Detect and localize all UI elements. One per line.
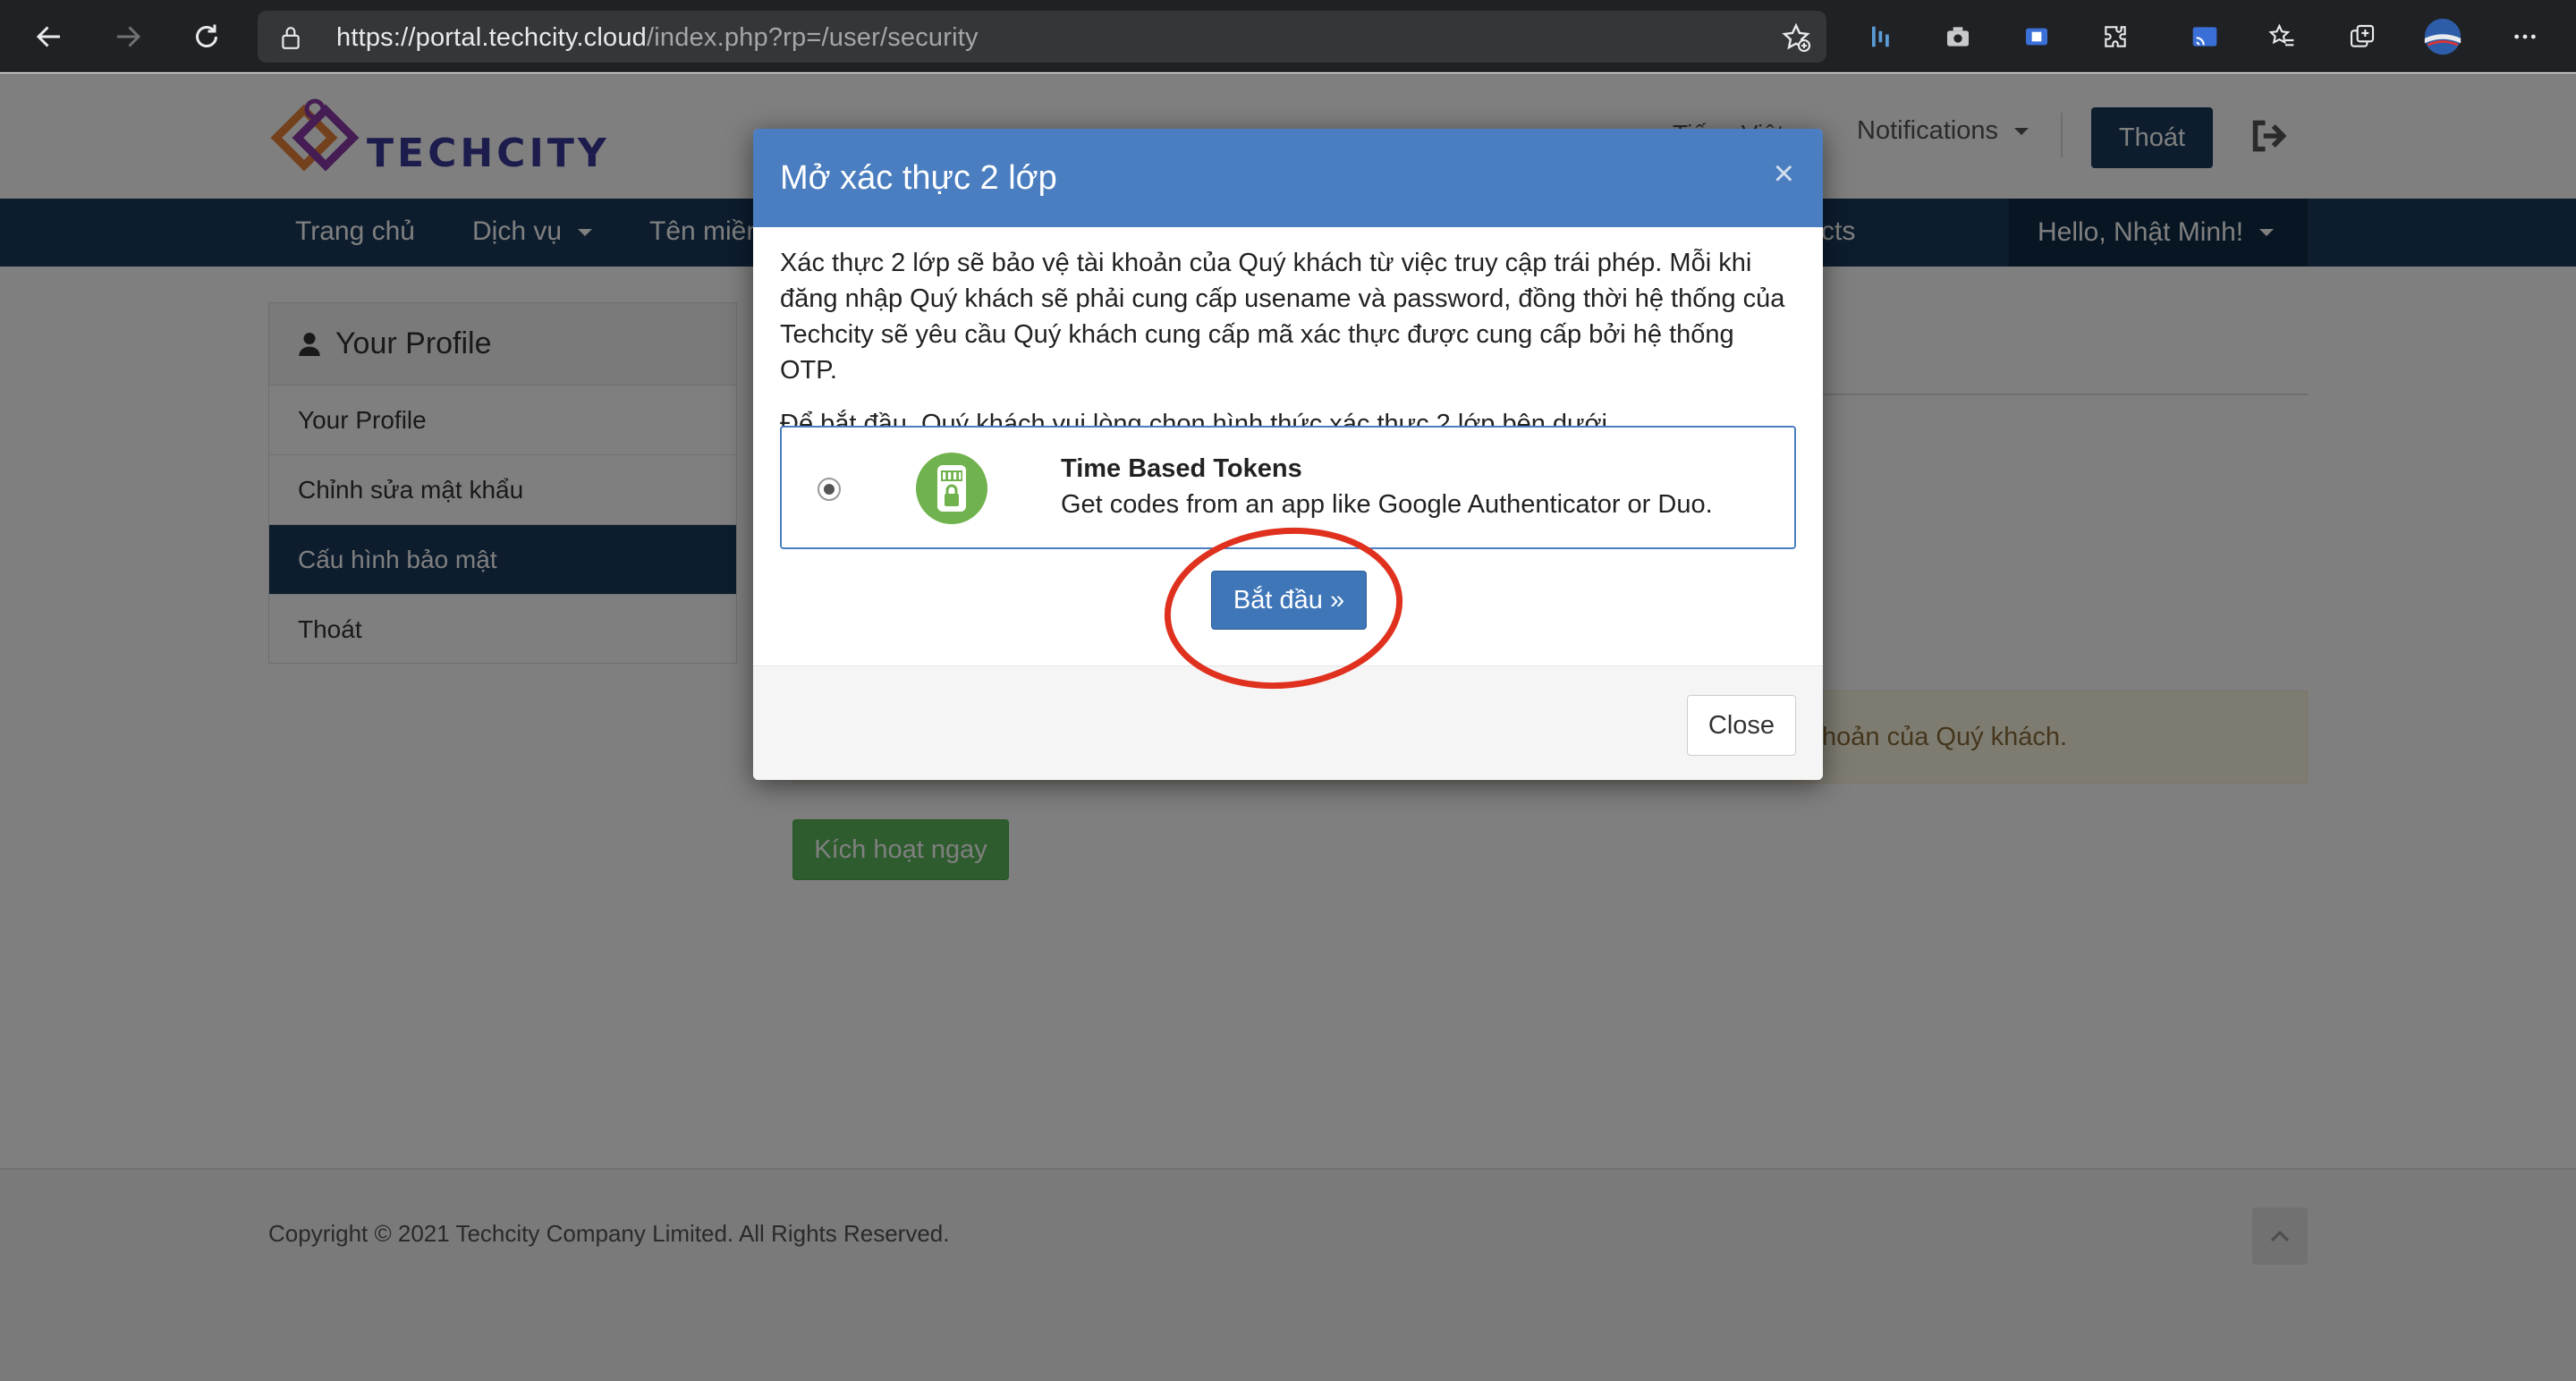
modal-header: Mở xác thực 2 lớp × — [753, 129, 1823, 227]
extension-blue-icon[interactable] — [2016, 16, 2057, 57]
close-button[interactable]: Close — [1687, 695, 1796, 756]
modal-title: Mở xác thực 2 lớp — [780, 159, 1057, 197]
puzzle-icon[interactable] — [2095, 16, 2136, 57]
modal-description: Xác thực 2 lớp sẽ bảo vệ tài khoản của Q… — [780, 249, 1785, 385]
add-favorite-icon[interactable] — [1780, 21, 1812, 58]
browser-toolbar: https://portal.techcity.cloud/index.php?… — [0, 0, 2576, 72]
url-text: https://portal.techcity.cloud/index.php?… — [336, 23, 979, 52]
back-icon[interactable] — [29, 16, 70, 57]
extension-bars-icon[interactable] — [1860, 16, 1902, 57]
modal-body: Xác thực 2 lớp sẽ bảo vệ tài khoản của Q… — [780, 245, 1796, 442]
reload-icon[interactable] — [186, 16, 227, 57]
collections-icon[interactable] — [2342, 16, 2383, 57]
token-radio[interactable] — [818, 478, 841, 501]
forward-icon[interactable] — [107, 16, 148, 57]
highlight-ring-annotation — [1164, 527, 1403, 690]
token-option-title: Time Based Tokens — [1061, 454, 1302, 483]
phone-lock-icon — [916, 453, 987, 524]
more-menu-icon[interactable] — [2504, 16, 2546, 57]
close-icon[interactable]: × — [1774, 154, 1794, 194]
cast-icon[interactable] — [2184, 16, 2225, 57]
camera-icon[interactable] — [1937, 16, 1979, 57]
token-option-description: Get codes from an app like Google Authen… — [1061, 490, 1713, 519]
lock-icon — [279, 25, 302, 55]
radio-selected-dot — [824, 484, 835, 495]
profile-avatar-icon[interactable] — [2422, 16, 2463, 57]
favorites-icon[interactable] — [2261, 16, 2302, 57]
address-bar[interactable]: https://portal.techcity.cloud/index.php?… — [258, 11, 1826, 63]
